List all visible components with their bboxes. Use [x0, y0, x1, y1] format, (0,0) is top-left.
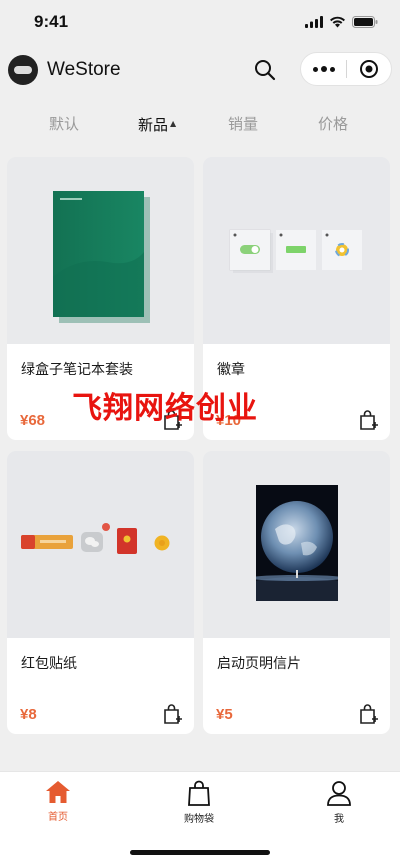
product-name: 徽章 — [217, 362, 245, 378]
product-image-red-envelope-stickers[interactable] — [7, 451, 194, 638]
tab-label: 首页 — [48, 812, 68, 823]
miniprogram-capsule — [300, 52, 392, 86]
status-time: 9:41 — [34, 12, 69, 31]
sort-tab-label: 新品 — [138, 116, 169, 134]
more-dots-icon[interactable] — [301, 52, 346, 86]
search-icon[interactable] — [252, 57, 278, 83]
sort-tab-default[interactable]: 默认 — [49, 104, 79, 144]
sort-arrow-up-icon: ▲ — [170, 119, 177, 128]
sort-tab-label: 默认 — [49, 115, 80, 133]
add-to-bag-icon[interactable] — [161, 703, 183, 725]
sort-tab-label: 价格 — [318, 115, 349, 133]
westore-logo — [8, 55, 38, 85]
shopping-bag-icon — [188, 780, 210, 806]
product-price: ¥68 — [20, 412, 46, 429]
tab-home[interactable]: 首页 — [18, 780, 98, 840]
sort-tab-new[interactable]: 新品 ▲ — [138, 104, 176, 144]
tab-profile[interactable]: 我 — [299, 780, 379, 840]
product-image-green-notebook[interactable] — [7, 157, 194, 344]
sort-tab-sales[interactable]: 销量 — [228, 104, 258, 144]
watermark-text: 飞翔网络创业 — [72, 391, 258, 426]
product-price: ¥8 — [20, 706, 37, 723]
status-icons — [305, 16, 378, 28]
status-bar: 9:41 — [0, 0, 400, 44]
bottom-tab-bar: 首页 购物袋 我 — [0, 771, 400, 862]
home-indicator — [130, 850, 270, 855]
tab-label: 我 — [334, 814, 344, 825]
product-card[interactable]: 红包贴纸 ¥8 — [7, 451, 194, 734]
product-name: 启动页明信片 — [217, 656, 301, 672]
app-header: WeStore — [0, 44, 400, 96]
product-name: 红包贴纸 — [21, 656, 77, 672]
tab-shopping-bag[interactable]: 购物袋 — [159, 780, 239, 840]
battery-icon — [352, 16, 378, 28]
home-icon — [46, 781, 70, 803]
product-image-badges[interactable] — [203, 157, 390, 344]
product-price: ¥5 — [216, 706, 233, 723]
app-title: WeStore — [47, 59, 121, 80]
sort-tabs: 默认 新品 ▲ 销量 价格 — [0, 104, 400, 144]
profile-icon — [327, 781, 351, 806]
signal-icon — [305, 16, 323, 28]
product-image-earth-postcard[interactable] — [203, 451, 390, 638]
miniprogram-close-icon[interactable] — [347, 52, 391, 86]
product-name: 绿盒子笔记本套装 — [21, 362, 133, 378]
wifi-icon — [330, 16, 345, 28]
add-to-bag-icon[interactable] — [357, 409, 379, 431]
product-card[interactable]: 启动页明信片 ¥5 — [203, 451, 390, 734]
add-to-bag-icon[interactable] — [357, 703, 379, 725]
sort-tab-label: 销量 — [228, 115, 259, 133]
tab-label: 购物袋 — [184, 814, 214, 825]
sort-tab-price[interactable]: 价格 — [318, 104, 348, 144]
